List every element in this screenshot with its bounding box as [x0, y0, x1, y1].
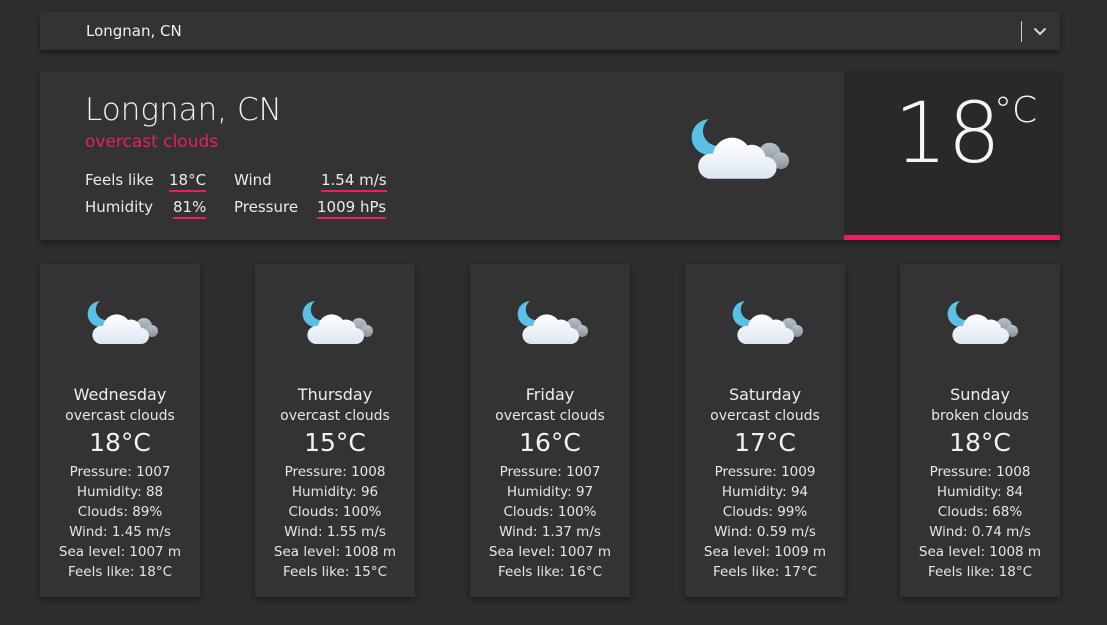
- forecast-feels-like: Feels like: 15°C: [282, 564, 388, 580]
- forecast-description: overcast clouds: [280, 408, 390, 424]
- forecast-sea-level: Sea level: 1009 m: [703, 544, 827, 560]
- forecast-wind: Wind: 0.59 m/s: [714, 524, 816, 540]
- pressure-label: Pressure: [234, 198, 299, 216]
- forecast-clouds: Clouds: 99%: [722, 504, 808, 520]
- temperature-accent-bar: [844, 235, 1060, 240]
- feels-like-value: 18°C: [169, 171, 207, 192]
- forecast-day: Thursday: [297, 385, 373, 404]
- forecast-clouds: Clouds: 100%: [288, 504, 382, 520]
- select-divider: [1021, 21, 1022, 42]
- forecast-humidity: Humidity: 88: [76, 484, 164, 500]
- forecast-card-friday: Friday overcast clouds 16°C Pressure: 10…: [470, 264, 630, 597]
- forecast-wind: Wind: 1.37 m/s: [499, 524, 601, 540]
- forecast-sea-level: Sea level: 1008 m: [918, 544, 1042, 560]
- forecast-feels-like: Feels like: 17°C: [712, 564, 818, 580]
- forecast-temperature: 16°C: [519, 428, 581, 457]
- current-temperature: 18: [894, 84, 1001, 182]
- city-select[interactable]: Longnan, CN: [40, 12, 1060, 50]
- wind-value: 1.54 m/s: [321, 171, 387, 192]
- forecast-sea-level: Sea level: 1008 m: [273, 544, 397, 560]
- forecast-clouds: Clouds: 89%: [77, 504, 163, 520]
- forecast-wind: Wind: 0.74 m/s: [929, 524, 1031, 540]
- forecast-description: overcast clouds: [495, 408, 605, 424]
- night-cloudy-icon: [946, 298, 1022, 350]
- night-cloudy-icon: [731, 298, 807, 350]
- forecast-clouds: Clouds: 100%: [503, 504, 597, 520]
- night-cloudy-icon: [86, 298, 162, 350]
- forecast-pressure: Pressure: 1009: [714, 464, 816, 480]
- forecast-description: broken clouds: [931, 408, 1029, 424]
- forecast-wind: Wind: 1.45 m/s: [69, 524, 171, 540]
- current-weather-panel: Longnan, CN overcast clouds Feels like 1…: [40, 71, 1060, 240]
- forecast-card-wednesday: Wednesday overcast clouds 18°C Pressure:…: [40, 264, 200, 597]
- forecast-description: overcast clouds: [710, 408, 820, 424]
- forecast-pressure: Pressure: 1008: [929, 464, 1031, 480]
- current-temperature-box: 18 °C: [844, 71, 1060, 240]
- wind-label: Wind: [234, 171, 272, 189]
- forecast-humidity: Humidity: 97: [506, 484, 594, 500]
- forecast-card-sunday: Sunday broken clouds 18°C Pressure: 1008…: [900, 264, 1060, 597]
- forecast-clouds: Clouds: 68%: [937, 504, 1023, 520]
- current-city: Longnan, CN: [85, 92, 282, 128]
- forecast-pressure: Pressure: 1007: [69, 464, 171, 480]
- night-cloudy-icon: [516, 298, 592, 350]
- city-select-value: Longnan, CN: [86, 22, 182, 40]
- forecast-sea-level: Sea level: 1007 m: [488, 544, 612, 560]
- night-cloudy-icon: [301, 298, 377, 350]
- forecast-day: Sunday: [950, 385, 1010, 404]
- night-cloudy-icon: [686, 115, 798, 187]
- forecast-temperature: 18°C: [89, 428, 151, 457]
- forecast-day: Saturday: [728, 385, 802, 404]
- chevron-down-icon[interactable]: [1030, 21, 1050, 41]
- feels-like-label: Feels like: [85, 171, 154, 189]
- forecast-feels-like: Feels like: 18°C: [67, 564, 173, 580]
- forecast-card-thursday: Thursday overcast clouds 15°C Pressure: …: [255, 264, 415, 597]
- forecast-temperature: 18°C: [949, 428, 1011, 457]
- forecast-feels-like: Feels like: 18°C: [927, 564, 1033, 580]
- current-description: overcast clouds: [85, 132, 219, 152]
- forecast-humidity: Humidity: 84: [936, 484, 1024, 500]
- forecast-day: Wednesday: [73, 385, 167, 404]
- forecast-day: Friday: [525, 385, 575, 404]
- humidity-label: Humidity: [85, 198, 154, 216]
- humidity-value: 81%: [173, 198, 207, 219]
- forecast-humidity: Humidity: 96: [291, 484, 379, 500]
- forecast-temperature: 15°C: [304, 428, 366, 457]
- forecast-sea-level: Sea level: 1007 m: [58, 544, 182, 560]
- forecast-feels-like: Feels like: 16°C: [497, 564, 603, 580]
- forecast-pressure: Pressure: 1007: [499, 464, 601, 480]
- forecast-card-saturday: Saturday overcast clouds 17°C Pressure: …: [685, 264, 845, 597]
- temperature-unit: °C: [994, 90, 1038, 131]
- forecast-humidity: Humidity: 94: [721, 484, 809, 500]
- pressure-value: 1009 hPs: [317, 198, 387, 219]
- forecast-wind: Wind: 1.55 m/s: [284, 524, 386, 540]
- forecast-temperature: 17°C: [734, 428, 796, 457]
- forecast-description: overcast clouds: [65, 408, 175, 424]
- forecast-pressure: Pressure: 1008: [284, 464, 386, 480]
